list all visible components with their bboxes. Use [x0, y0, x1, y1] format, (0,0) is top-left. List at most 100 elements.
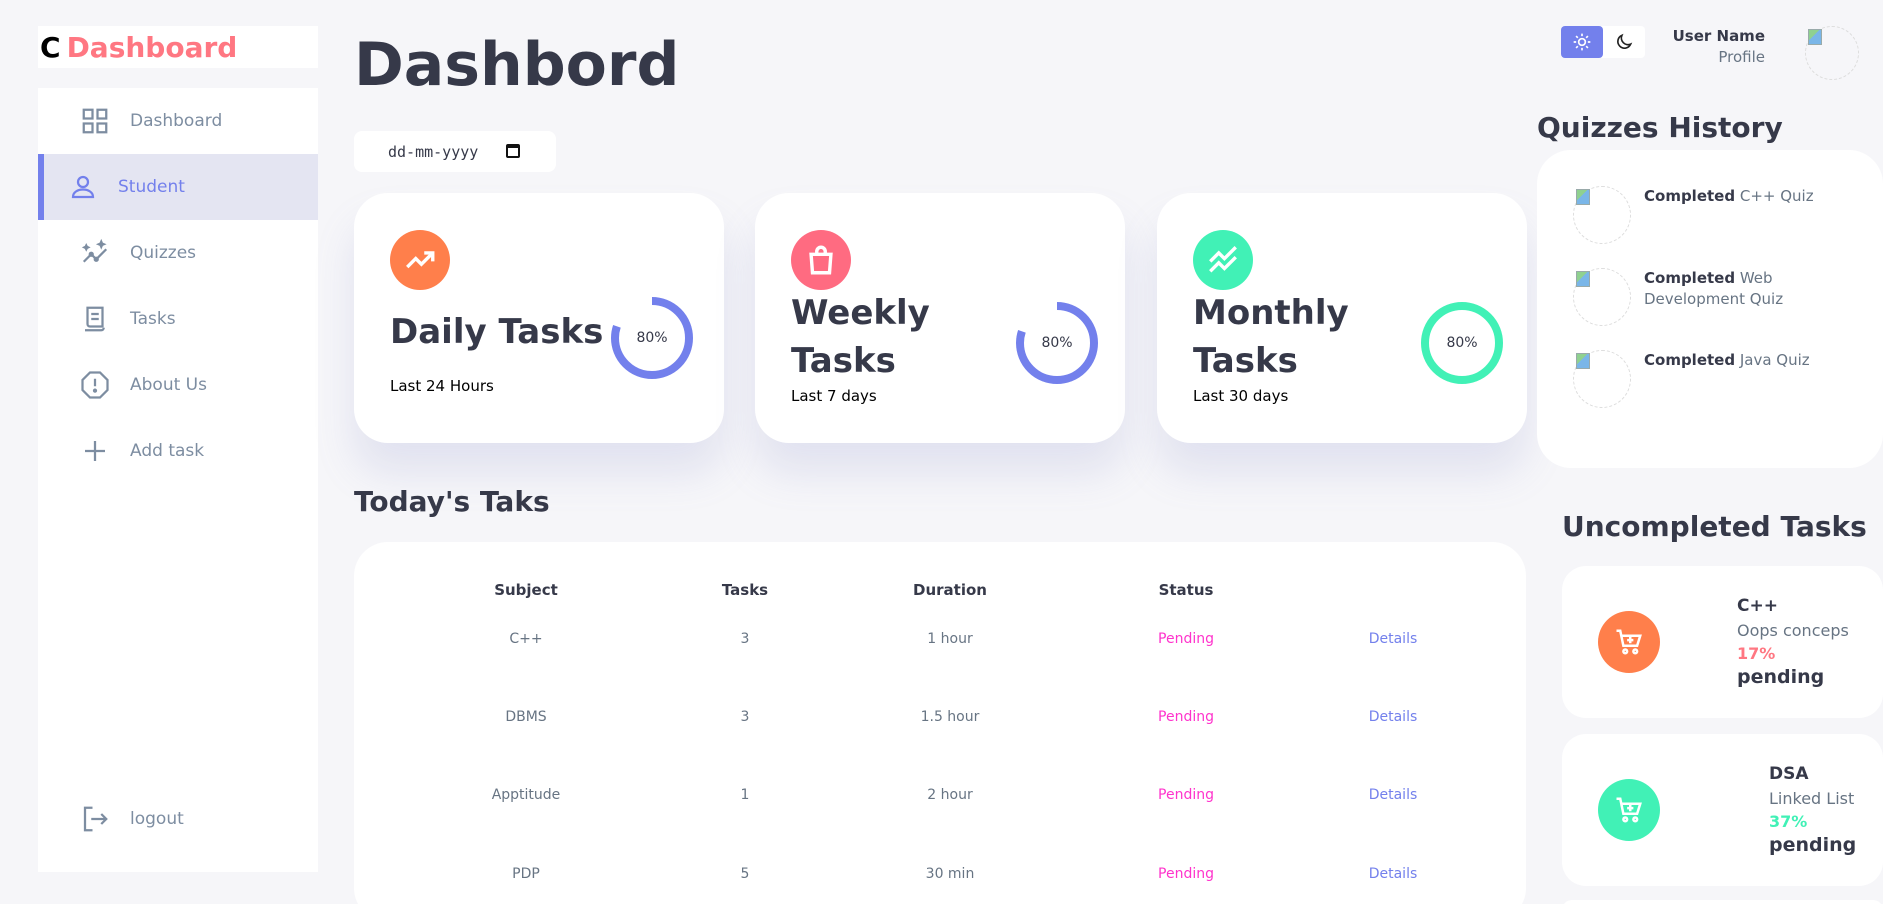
theme-toggle[interactable]	[1561, 26, 1645, 58]
column-header: Subject	[494, 581, 558, 599]
quiz-history-item: Completed C++ Quiz	[1644, 187, 1814, 205]
details-link[interactable]: Details	[1303, 866, 1483, 882]
cell-tasks: 3	[740, 709, 750, 725]
cell-status: Pending	[1158, 787, 1214, 803]
cell-status: Pending	[1158, 631, 1214, 647]
sidebar-item-tasks[interactable]: Tasks	[38, 286, 318, 352]
grid-icon	[82, 108, 108, 134]
cell-status: Pending	[1158, 866, 1214, 882]
column-header: Status	[1158, 581, 1214, 599]
user-name: User Name	[1672, 27, 1765, 45]
daily-tasks-card: Daily Tasks Last 24 Hours 80%	[354, 193, 724, 443]
person-icon	[71, 175, 95, 199]
uncompleted-topic: Linked List	[1769, 789, 1855, 808]
quizzes-history-panel: Completed C++ Quiz Completed Web Develop…	[1537, 150, 1883, 468]
cell-duration: 30 min	[925, 866, 975, 882]
sidebar-item-about-us[interactable]: About Us	[38, 352, 318, 418]
column-header: Duration	[913, 581, 987, 599]
calendar-icon[interactable]	[506, 144, 520, 158]
avatar[interactable]	[1805, 26, 1859, 80]
brand-letter: C	[40, 30, 61, 64]
progress-ring: 80%	[607, 293, 697, 383]
logout-icon	[83, 806, 108, 832]
sidebar-item-student[interactable]: Student	[38, 154, 318, 220]
todays-tasks-table: Subject Tasks Duration Status C++ 3 1 ho…	[354, 542, 1526, 904]
cell-duration: 1 hour	[927, 631, 973, 647]
insights-icon	[81, 238, 108, 263]
page-title: Dashbord	[354, 30, 680, 100]
broken-image-icon	[1576, 353, 1590, 369]
broken-image-icon	[1576, 189, 1590, 205]
uncompleted-subject: DSA	[1769, 764, 1809, 784]
sidebar: C Dashboard Dashboard Student Quizzes Ta…	[38, 0, 318, 904]
cell-duration: 1.5 hour	[920, 709, 980, 725]
date-placeholder: dd-mm-yyyy	[388, 142, 479, 161]
cart-icon	[1598, 779, 1660, 841]
todays-tasks-title: Today's Taks	[354, 485, 550, 518]
column-header: Tasks	[721, 581, 769, 599]
trending-up-icon	[390, 230, 450, 290]
uncompleted-status: pending	[1737, 666, 1825, 688]
cell-tasks: 3	[740, 631, 750, 647]
plus-icon	[85, 441, 105, 461]
brand-logo[interactable]: C Dashboard	[38, 26, 318, 68]
uncompleted-status: pending	[1769, 834, 1857, 856]
progress-label: 80%	[636, 330, 668, 346]
sidebar-item-label: Dashboard	[130, 111, 223, 131]
sun-icon[interactable]	[1561, 26, 1603, 58]
cart-icon	[1598, 611, 1660, 673]
receipt-icon	[85, 306, 105, 332]
info-icon	[81, 371, 109, 399]
sidebar-item-quizzes[interactable]: Quizzes	[38, 220, 318, 286]
cell-status: Pending	[1158, 709, 1214, 725]
uncompleted-topic: Oops conceps	[1737, 621, 1849, 640]
sidebar-item-dashboard[interactable]: Dashboard	[38, 88, 318, 154]
progress-ring: 80%	[1012, 298, 1102, 388]
shopping-bag-icon	[791, 230, 851, 290]
card-subtitle: Last 7 days	[791, 387, 877, 405]
quiz-thumbnail	[1573, 350, 1631, 408]
cell-tasks: 5	[740, 866, 750, 882]
cell-subject: C++	[509, 631, 543, 647]
monthly-tasks-card: Monthly Tasks Last 30 days 80%	[1157, 193, 1527, 443]
sidebar-panel: Dashboard Student Quizzes Tasks About Us…	[38, 88, 318, 872]
uncompleted-percent: 17%	[1737, 644, 1776, 663]
uncompleted-tasks-title: Uncompleted Tasks	[1562, 510, 1867, 543]
card-title: Weekly Tasks	[791, 293, 930, 381]
logout-button[interactable]: logout	[38, 786, 318, 852]
quiz-history-item: Completed Java Quiz	[1644, 351, 1810, 369]
quizzes-history-title: Quizzes History	[1537, 111, 1783, 144]
uncompleted-subject: C++	[1737, 596, 1778, 616]
broken-image-icon	[1576, 271, 1590, 287]
logout-label: logout	[130, 809, 184, 829]
sidebar-item-label: About Us	[130, 375, 207, 395]
sidebar-item-label: Tasks	[130, 309, 176, 329]
brand-name: Dashboard	[66, 30, 238, 64]
card-subtitle: Last 30 days	[1193, 387, 1289, 405]
cell-duration: 2 hour	[927, 787, 973, 803]
details-link[interactable]: Details	[1303, 709, 1483, 725]
cell-subject: PDP	[512, 866, 540, 882]
progress-label: 80%	[1041, 335, 1073, 351]
date-input[interactable]: dd-mm-yyyy	[354, 131, 556, 172]
card-title: Monthly Tasks	[1193, 293, 1349, 381]
details-link[interactable]: Details	[1303, 631, 1483, 647]
progress-ring: 80%	[1417, 298, 1507, 388]
uncompleted-task-card[interactable]: DSA Linked List 37% pending	[1562, 734, 1883, 886]
cell-tasks: 1	[740, 787, 750, 803]
uncompleted-task-card[interactable]: C++ Oops conceps 17% pending	[1562, 566, 1883, 718]
card-title: Daily Tasks	[390, 312, 604, 352]
cell-subject: Apptitude	[491, 787, 561, 803]
sidebar-item-label: Add task	[130, 441, 205, 461]
progress-label: 80%	[1446, 335, 1478, 351]
details-link[interactable]: Details	[1303, 787, 1483, 803]
sidebar-item-label: Student	[118, 177, 185, 197]
cell-subject: DBMS	[505, 709, 547, 725]
uncompleted-percent: 37%	[1769, 812, 1808, 831]
sidebar-item-label: Quizzes	[130, 243, 197, 263]
user-role: Profile	[1718, 48, 1765, 66]
weekly-tasks-card: Weekly Tasks Last 7 days 80%	[755, 193, 1125, 443]
uncompleted-task-card	[1562, 900, 1883, 904]
sidebar-item-add-task[interactable]: Add task	[38, 418, 318, 484]
quiz-thumbnail	[1573, 268, 1631, 326]
